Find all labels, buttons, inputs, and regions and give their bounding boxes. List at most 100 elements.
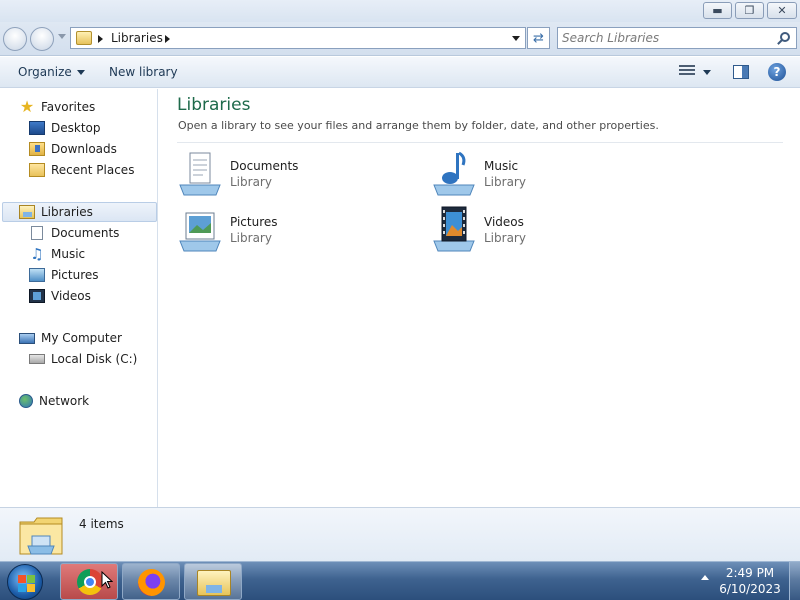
sidebar-item-documents[interactable]: Documents	[29, 223, 119, 243]
firefox-icon	[138, 569, 165, 596]
new-library-button[interactable]: New library	[109, 65, 178, 79]
taskbar	[0, 561, 800, 600]
sidebar-item-recent-places[interactable]: Recent Places	[29, 160, 134, 180]
recent-places-icon	[29, 163, 45, 177]
command-bar: Organize New library ?	[0, 57, 800, 88]
disk-icon	[29, 354, 45, 364]
organize-button[interactable]: Organize	[18, 65, 85, 79]
address-bar[interactable]: Libraries	[70, 27, 526, 49]
sidebar-item-label: Pictures	[51, 268, 99, 282]
navigation-pane: ★ Favorites Desktop Downloads Recent Pla…	[0, 89, 158, 507]
restore-button[interactable]: ❐	[735, 2, 764, 19]
clock-date: 6/10/2023	[719, 582, 781, 596]
library-type: Library	[230, 175, 272, 189]
details-pane: 4 items	[0, 507, 800, 561]
sidebar-item-music[interactable]: ♫ Music	[29, 244, 85, 264]
windows-logo-icon	[18, 575, 26, 583]
view-options-dropdown[interactable]	[703, 70, 711, 75]
restore-icon: ❐	[744, 4, 755, 17]
library-type: Library	[484, 231, 526, 245]
help-icon[interactable]: ?	[768, 63, 786, 81]
sidebar-item-label: My Computer	[41, 331, 122, 345]
library-name: Music	[484, 159, 519, 173]
library-tile-documents[interactable]: Documents Library	[176, 149, 416, 199]
music-library-icon	[433, 151, 475, 196]
search-icon[interactable]	[780, 32, 790, 42]
sidebar-item-label: Libraries	[41, 205, 93, 219]
page-title: Libraries	[177, 95, 251, 115]
minimize-button[interactable]: ▬	[703, 2, 732, 19]
videos-icon	[29, 289, 45, 303]
chevron-down-icon	[76, 70, 85, 75]
star-icon: ★	[19, 97, 35, 116]
start-button[interactable]	[7, 564, 43, 600]
refresh-icon: ⇄	[533, 30, 544, 46]
title-bar: ▬ ❐ ✕	[0, 0, 800, 22]
preview-pane-icon[interactable]	[733, 65, 749, 79]
refresh-button[interactable]: ⇄	[527, 27, 550, 49]
back-button[interactable]	[3, 27, 27, 51]
library-name: Videos	[484, 215, 524, 229]
sidebar-item-label: Recent Places	[51, 163, 135, 177]
breadcrumb-libraries[interactable]: Libraries	[111, 31, 163, 45]
sidebar-item-label: Favorites	[41, 100, 96, 114]
breadcrumb-chevron-icon[interactable]	[165, 35, 170, 43]
library-tile-music[interactable]: Music Library	[430, 149, 670, 199]
sidebar-item-pictures[interactable]: Pictures	[29, 265, 99, 285]
sidebar-item-label: Downloads	[51, 142, 117, 156]
chrome-icon	[77, 569, 103, 595]
sidebar-item-libraries[interactable]: Libraries	[2, 202, 157, 222]
clock-time: 2:49 PM	[725, 566, 775, 580]
music-icon: ♫	[30, 245, 44, 263]
taskbar-firefox[interactable]	[122, 563, 180, 600]
item-count: 4 items	[79, 517, 124, 531]
sidebar-item-label: Videos	[51, 289, 91, 303]
show-desktop-button[interactable]	[789, 562, 800, 600]
sidebar-item-label: Network	[39, 394, 90, 408]
recent-pages-dropdown[interactable]	[58, 34, 66, 39]
library-tile-pictures[interactable]: Pictures Library	[176, 205, 416, 255]
mouse-cursor-icon	[101, 571, 113, 589]
pictures-library-icon	[179, 212, 221, 252]
minimize-icon: ▬	[712, 4, 723, 17]
library-name: Pictures	[230, 215, 278, 229]
libraries-icon	[19, 517, 63, 555]
taskbar-windows-explorer[interactable]	[184, 563, 242, 600]
close-button[interactable]: ✕	[767, 2, 797, 19]
sidebar-item-local-disk[interactable]: Local Disk (C:)	[29, 349, 137, 369]
organize-label: Organize	[18, 65, 72, 79]
show-hidden-icons-button[interactable]	[701, 575, 709, 580]
change-view-icon[interactable]	[679, 65, 695, 79]
close-icon: ✕	[777, 4, 787, 17]
divider	[177, 142, 783, 143]
search-box[interactable]	[557, 27, 797, 49]
breadcrumb-chevron-icon[interactable]	[98, 35, 103, 43]
navigation-bar: Libraries ⇄	[0, 22, 800, 56]
page-subtitle: Open a library to see your files and arr…	[178, 119, 659, 132]
sidebar-item-network[interactable]: Network	[19, 391, 89, 411]
forward-button[interactable]	[30, 27, 54, 51]
content-pane: Libraries Open a library to see your fil…	[159, 89, 800, 507]
search-input[interactable]	[562, 30, 772, 46]
network-icon	[19, 394, 33, 408]
library-tile-videos[interactable]: Videos Library	[430, 205, 670, 255]
downloads-icon	[29, 142, 45, 156]
sidebar-item-label: Documents	[51, 226, 120, 240]
sidebar-item-downloads[interactable]: Downloads	[29, 139, 117, 159]
libraries-icon	[19, 205, 35, 219]
library-type: Library	[484, 175, 526, 189]
sidebar-item-favorites[interactable]: ★ Favorites	[19, 97, 95, 117]
sidebar-item-label: Music	[51, 247, 86, 261]
desktop-icon	[29, 121, 45, 135]
system-clock[interactable]: 2:49 PM 6/10/2023	[712, 565, 788, 597]
pictures-icon	[29, 268, 45, 282]
sidebar-item-my-computer[interactable]: My Computer	[19, 328, 122, 348]
library-type: Library	[230, 231, 272, 245]
address-dropdown-icon[interactable]	[512, 36, 520, 41]
sidebar-item-desktop[interactable]: Desktop	[29, 118, 101, 138]
windows-explorer-icon	[197, 570, 231, 596]
computer-icon	[19, 332, 35, 344]
library-name: Documents	[230, 159, 299, 173]
window-controls: ▬ ❐ ✕	[703, 2, 797, 19]
sidebar-item-videos[interactable]: Videos	[29, 286, 91, 306]
